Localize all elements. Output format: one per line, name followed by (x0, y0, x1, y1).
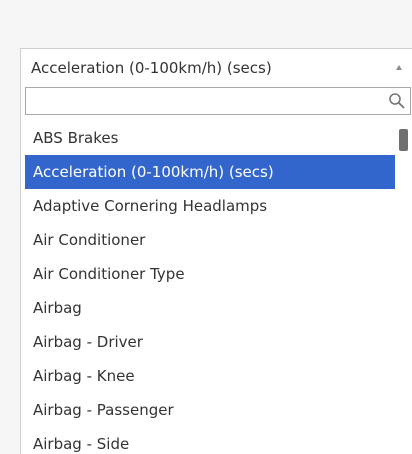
scrollbar-thumb[interactable] (399, 129, 408, 151)
search-input[interactable] (26, 88, 393, 114)
page-background (0, 0, 412, 48)
option-adaptive-cornering-headlamps[interactable]: Adaptive Cornering Headlamps (25, 189, 395, 223)
option-abs-brakes[interactable]: ABS Brakes (25, 121, 395, 155)
option-airbag[interactable]: Airbag (25, 291, 395, 325)
caret-up-icon[interactable] (396, 65, 402, 70)
options-list: ABS Brakes Acceleration (0-100km/h) (sec… (25, 121, 395, 454)
select-box[interactable]: Acceleration (0-100km/h) (secs) (21, 49, 412, 87)
option-air-conditioner[interactable]: Air Conditioner (25, 223, 395, 257)
option-airbag-driver[interactable]: Airbag - Driver (25, 325, 395, 359)
search-icon (389, 93, 405, 109)
search-field[interactable] (25, 87, 411, 115)
option-airbag-knee[interactable]: Airbag - Knee (25, 359, 395, 393)
option-air-conditioner-type[interactable]: Air Conditioner Type (25, 257, 395, 291)
option-airbag-passenger[interactable]: Airbag - Passenger (25, 393, 395, 427)
option-acceleration[interactable]: Acceleration (0-100km/h) (secs) (25, 155, 395, 189)
option-airbag-side[interactable]: Airbag - Side (25, 427, 395, 454)
dropdown-panel: Acceleration (0-100km/h) (secs) ABS Brak… (20, 48, 412, 454)
selected-value: Acceleration (0-100km/h) (secs) (31, 59, 272, 77)
